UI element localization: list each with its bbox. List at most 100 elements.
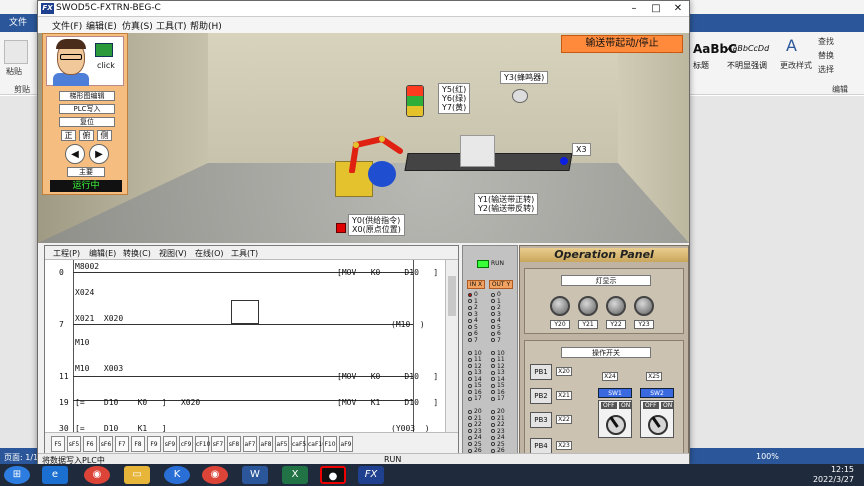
plc-write-button[interactable]: PLC写入 bbox=[59, 104, 115, 114]
fkey-button[interactable]: aF9 bbox=[339, 436, 353, 452]
edit-group-label: 编辑 bbox=[832, 85, 848, 94]
close-icon[interactable]: ✕ bbox=[667, 1, 689, 16]
main-button[interactable]: 主要 bbox=[67, 167, 105, 177]
record-icon[interactable]: ● bbox=[320, 466, 346, 484]
out-label: 7 bbox=[497, 336, 501, 344]
start-icon[interactable]: ⊞ bbox=[4, 466, 30, 484]
style-subtle[interactable]: AaBbCcDd bbox=[727, 44, 769, 53]
ladder-menu-project[interactable]: 工程(P) bbox=[53, 248, 80, 259]
chrome-icon[interactable]: ◉ bbox=[84, 466, 110, 484]
view-side-button[interactable]: 侧 bbox=[97, 130, 112, 141]
out-led-icon bbox=[491, 305, 495, 310]
menu-tools[interactable]: 工具(T) bbox=[156, 19, 187, 32]
fkey-button[interactable]: F5 bbox=[51, 436, 65, 452]
word-zoom[interactable]: 100% bbox=[756, 452, 779, 461]
instructor-avatar[interactable]: click bbox=[46, 36, 124, 86]
operation-panel: Operation Panel 灯显示 Y20 Y21 Y22 Y23 操作开关… bbox=[519, 245, 689, 465]
k-app-icon[interactable]: K bbox=[164, 466, 190, 484]
sw1-label: SW1 bbox=[598, 388, 632, 398]
in-led-icon bbox=[468, 422, 472, 427]
prev-arrow-icon[interactable]: ◀ bbox=[65, 144, 85, 164]
sw2-knob-icon[interactable] bbox=[648, 415, 668, 435]
edit-cursor[interactable] bbox=[231, 300, 259, 324]
replace-button[interactable]: 替换 bbox=[818, 50, 834, 61]
fkey-button[interactable]: sF7 bbox=[211, 436, 225, 452]
menu-edit[interactable]: 编辑(E) bbox=[86, 19, 117, 32]
fkey-button[interactable]: F6 bbox=[83, 436, 97, 452]
excel-icon[interactable]: X bbox=[282, 466, 308, 484]
reset-button[interactable]: 复位 bbox=[59, 117, 115, 127]
conveyor-start-stop-button[interactable]: 输送带起动/停止 bbox=[561, 35, 683, 53]
change-style-label[interactable]: 更改样式 bbox=[780, 60, 812, 71]
in-led-icon bbox=[468, 370, 472, 375]
sw2-selector[interactable]: OFF ON bbox=[640, 400, 675, 438]
fkey-button[interactable]: aF8 bbox=[259, 436, 273, 452]
folder-icon[interactable]: ▭ bbox=[124, 466, 150, 484]
fkey-button[interactable]: sF8 bbox=[227, 436, 241, 452]
ladder-menu-view[interactable]: 视图(V) bbox=[159, 248, 187, 259]
taskbar-clock[interactable]: 12:15 2022/3/27 bbox=[813, 465, 854, 485]
in-led-icon bbox=[468, 318, 472, 323]
pb2-button[interactable]: PB2 bbox=[530, 388, 552, 404]
ladder-menu-edit[interactable]: 编辑(E) bbox=[89, 248, 116, 259]
minimize-icon[interactable]: – bbox=[623, 1, 645, 16]
taskbar: ⊞ e ◉ ▭ K ◉ W X ● FX 12:15 2022/3/27 bbox=[0, 464, 864, 486]
fkey-button[interactable]: aF7 bbox=[243, 436, 257, 452]
in-label: 7 bbox=[474, 336, 478, 344]
contact-label: M10 bbox=[75, 338, 90, 347]
sw1-selector[interactable]: OFF ON bbox=[598, 400, 633, 438]
fkey-button[interactable]: F10 bbox=[323, 436, 337, 452]
ladder-edit-button[interactable]: 梯形图编辑 bbox=[59, 91, 115, 101]
ladder-menu-convert[interactable]: 转换(C) bbox=[123, 248, 151, 259]
clock-time: 12:15 bbox=[830, 465, 854, 474]
ladder-menu-online[interactable]: 在线(O) bbox=[195, 248, 224, 259]
fkey-button[interactable]: cF9 bbox=[179, 436, 193, 452]
chrome2-icon[interactable]: ◉ bbox=[202, 466, 228, 484]
ie-icon[interactable]: e bbox=[42, 466, 68, 484]
ladder-scrollbar[interactable] bbox=[445, 260, 458, 432]
pb3-button[interactable]: PB3 bbox=[530, 412, 552, 428]
contact-label: X021 X020 bbox=[75, 314, 124, 323]
out-led-icon bbox=[491, 435, 495, 440]
ladder-menu-tools[interactable]: 工具(T) bbox=[231, 248, 258, 259]
menu-file[interactable]: 文件(F) bbox=[52, 19, 82, 32]
fkey-button[interactable]: sF6 bbox=[99, 436, 113, 452]
out-led-icon bbox=[491, 422, 495, 427]
menu-simulate[interactable]: 仿真(S) bbox=[122, 19, 153, 32]
view-front-button[interactable]: 正 bbox=[61, 130, 76, 141]
find-button[interactable]: 查找 bbox=[818, 36, 834, 47]
book-icon[interactable] bbox=[95, 43, 113, 57]
in-led-icon bbox=[468, 435, 472, 440]
fkey-button[interactable]: aF5 bbox=[275, 436, 289, 452]
fkey-button[interactable]: F7 bbox=[115, 436, 129, 452]
pb4-button[interactable]: PB4 bbox=[530, 438, 552, 454]
run-led-icon bbox=[477, 260, 489, 268]
fkey-button[interactable]: F9 bbox=[147, 436, 161, 452]
sw1-knob-icon[interactable] bbox=[606, 415, 626, 435]
view-top-button[interactable]: 俯 bbox=[79, 130, 94, 141]
fkey-button[interactable]: caF10 bbox=[307, 436, 326, 452]
fkey-button[interactable]: F8 bbox=[131, 436, 145, 452]
change-style-icon[interactable]: A bbox=[786, 36, 797, 55]
fx-taskbar-icon[interactable]: FX bbox=[358, 466, 384, 484]
maximize-icon[interactable]: □ bbox=[645, 1, 667, 16]
word-icon[interactable]: W bbox=[242, 466, 268, 484]
sw1-tag: X24 bbox=[602, 372, 618, 381]
next-arrow-icon[interactable]: ▶ bbox=[89, 144, 109, 164]
word-file-tab[interactable]: 文件 bbox=[0, 14, 36, 32]
fkey-button[interactable]: sF9 bbox=[163, 436, 177, 452]
fkey-button[interactable]: sF5 bbox=[67, 436, 81, 452]
ladder-code[interactable]: 0 M8002 [MOV K0 D10 ] X024 7 X021 X020 (… bbox=[45, 260, 445, 433]
pb1-button[interactable]: PB1 bbox=[530, 364, 552, 380]
fkey-button[interactable]: cF10 bbox=[195, 436, 210, 452]
paste-icon[interactable] bbox=[4, 40, 28, 64]
lamp-tag: Y22 bbox=[606, 320, 626, 329]
coil-label: [MOV K1 D10 ] bbox=[337, 398, 439, 407]
robot-arm-icon bbox=[349, 135, 403, 173]
menu-help[interactable]: 帮助(H) bbox=[190, 19, 222, 32]
select-button[interactable]: 选择 bbox=[818, 64, 834, 75]
buzzer-icon bbox=[512, 89, 528, 103]
out-led-icon bbox=[491, 318, 495, 323]
fkey-button[interactable]: caF5 bbox=[291, 436, 306, 452]
pb1-tag: X20 bbox=[556, 367, 572, 376]
